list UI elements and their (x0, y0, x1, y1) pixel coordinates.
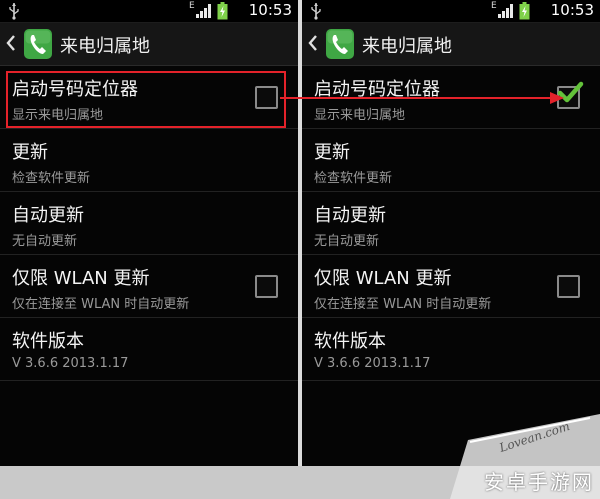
status-time: 10:53 (550, 1, 594, 19)
settings-list: 启动号码定位器 显示来电归属地 更新 检查软件更新 自动更新 无自动更新 仅限 … (302, 66, 600, 381)
setting-subtitle: 检查软件更新 (314, 171, 393, 186)
setting-title: 自动更新 (12, 205, 84, 226)
screen-after: E 10:53 来电归属地 启动号码定位器 显示来电归属地 更新 检查软件更新 … (302, 0, 600, 466)
highlight-box (6, 71, 286, 128)
setting-row-update[interactable]: 更新 检查软件更新 (302, 129, 600, 192)
setting-row-version: 软件版本 V 3.6.6 2013.1.17 (302, 318, 600, 381)
wlan-only-checkbox[interactable] (255, 275, 278, 298)
setting-title: 软件版本 (12, 331, 84, 352)
setting-title: 仅限 WLAN 更新 (314, 268, 452, 289)
network-type: E (189, 1, 195, 11)
setting-subtitle: 检查软件更新 (12, 171, 91, 186)
back-chevron-icon[interactable] (308, 35, 318, 51)
setting-title: 仅限 WLAN 更新 (12, 268, 150, 289)
setting-title: 自动更新 (314, 205, 386, 226)
setting-row-version: 软件版本 V 3.6.6 2013.1.17 (0, 318, 298, 381)
wlan-only-checkbox[interactable] (557, 275, 580, 298)
signal-bars-icon (498, 4, 513, 18)
action-bar: 来电归属地 (0, 23, 298, 66)
network-type: E (491, 1, 497, 11)
setting-subtitle: 无自动更新 (314, 234, 380, 249)
setting-row-wlan-only[interactable]: 仅限 WLAN 更新 仅在连接至 WLAN 时自动更新 (0, 255, 298, 318)
page-title: 来电归属地 (60, 36, 150, 57)
status-bar: E 10:53 (302, 0, 600, 23)
page-title: 来电归属地 (362, 36, 452, 57)
setting-subtitle: 仅在连接至 WLAN 时自动更新 (12, 297, 190, 312)
setting-subtitle: V 3.6.6 2013.1.17 (12, 356, 129, 371)
back-chevron-icon[interactable] (6, 35, 16, 51)
status-time: 10:53 (248, 1, 292, 19)
usb-icon (311, 3, 321, 20)
setting-row-wlan-only[interactable]: 仅限 WLAN 更新 仅在连接至 WLAN 时自动更新 (302, 255, 600, 318)
setting-row-update[interactable]: 更新 检查软件更新 (0, 129, 298, 192)
setting-subtitle: 仅在连接至 WLAN 时自动更新 (314, 297, 492, 312)
watermark-chinese: 安卓手游网 (484, 470, 594, 494)
setting-row-auto-update[interactable]: 自动更新 无自动更新 (302, 192, 600, 255)
setting-title: 更新 (12, 142, 48, 163)
setting-title: 更新 (314, 142, 350, 163)
signal-bars-icon (196, 4, 211, 18)
battery-charging-icon (519, 2, 530, 20)
usb-icon (9, 3, 19, 20)
action-bar: 来电归属地 (302, 23, 600, 66)
status-bar: E 10:53 (0, 0, 298, 23)
watermark: Lovean.com 安卓手游网 (450, 410, 600, 499)
phone-app-icon (326, 29, 354, 59)
screen-before: E 10:53 来电归属地 启动号码定位器 显示来电归属地 更新 检查软件更新 … (0, 0, 298, 466)
battery-charging-icon (217, 2, 228, 20)
setting-title: 软件版本 (314, 331, 386, 352)
annotation-arrow (280, 92, 564, 104)
phone-app-icon (24, 29, 52, 59)
setting-subtitle: 无自动更新 (12, 234, 78, 249)
setting-row-auto-update[interactable]: 自动更新 无自动更新 (0, 192, 298, 255)
setting-subtitle: V 3.6.6 2013.1.17 (314, 356, 431, 371)
